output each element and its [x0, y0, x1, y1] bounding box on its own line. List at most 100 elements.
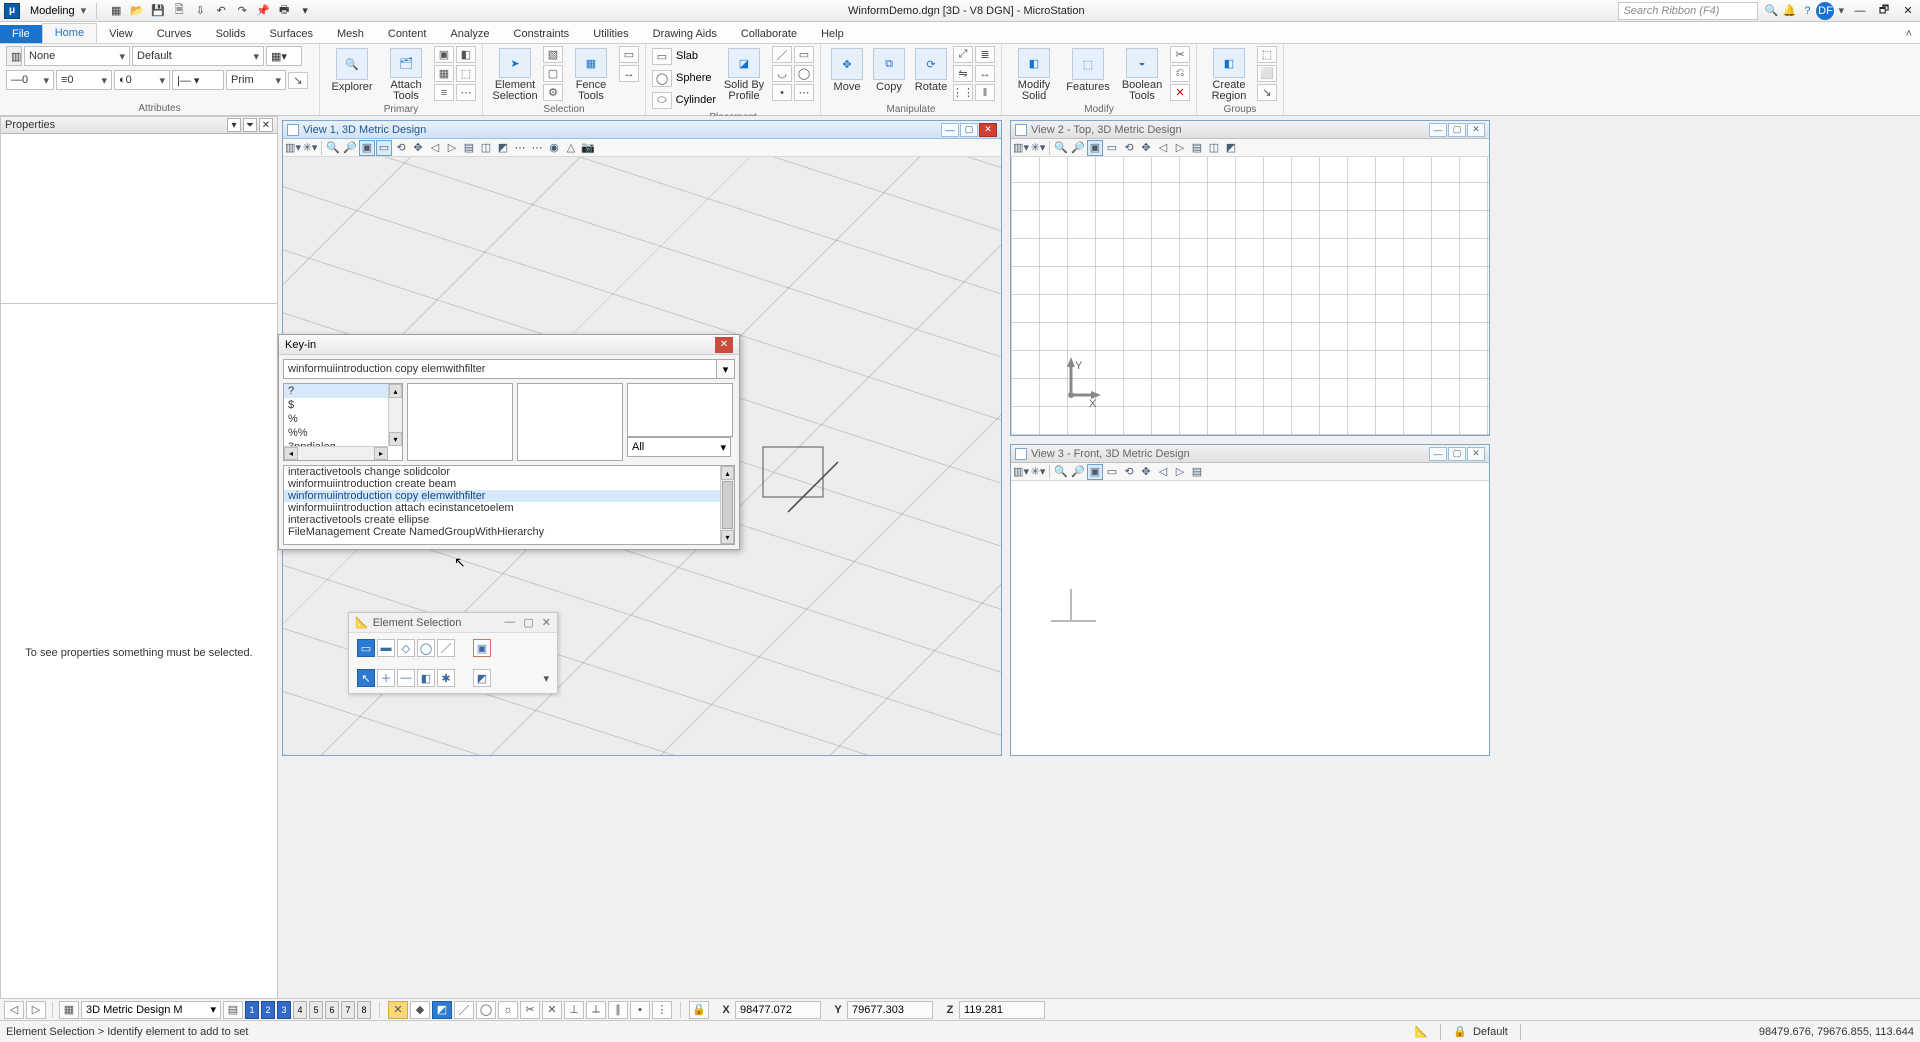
- groups-launcher-icon[interactable]: ↘: [1257, 84, 1277, 101]
- display-style-icon[interactable]: ✳▾: [1030, 140, 1046, 156]
- keyin-list-4[interactable]: [627, 383, 733, 437]
- keyin-list-2[interactable]: [407, 383, 513, 461]
- locks-icon[interactable]: 🔒: [689, 1001, 709, 1019]
- fence-type-icon[interactable]: ▭: [619, 46, 639, 63]
- mode-clear-icon[interactable]: ✱: [437, 669, 455, 687]
- line-weight-combo[interactable]: ≡ 0▾: [56, 70, 112, 90]
- view-min-icon[interactable]: —: [1429, 447, 1447, 461]
- search-icon[interactable]: 🔍: [1762, 2, 1780, 20]
- shape-more-icon[interactable]: ⋯: [794, 84, 814, 101]
- raster-icon[interactable]: ◧: [456, 46, 476, 63]
- scroll-up-icon[interactable]: ▴: [721, 466, 734, 480]
- tab-solids[interactable]: Solids: [204, 25, 258, 43]
- view-groups-icon[interactable]: ▤: [223, 1001, 243, 1019]
- move-button[interactable]: ✥Move: [827, 46, 867, 102]
- view-more1-icon[interactable]: ⋯: [512, 140, 528, 156]
- tab-curves[interactable]: Curves: [145, 25, 204, 43]
- snap-mode-icon[interactable]: ◆: [410, 1001, 430, 1019]
- view-2-canvas[interactable]: Y X: [1011, 157, 1489, 435]
- dialog-min-icon[interactable]: —: [504, 616, 515, 629]
- tab-analyze[interactable]: Analyze: [438, 25, 501, 43]
- mode-add-icon[interactable]: ＋: [377, 669, 395, 687]
- active-level[interactable]: Default: [1473, 1026, 1508, 1038]
- notifications-icon[interactable]: 🔔: [1780, 2, 1798, 20]
- scroll-left-icon[interactable]: ◂: [284, 447, 298, 460]
- level-combo[interactable]: None▾: [24, 46, 130, 66]
- keyin-close-button[interactable]: ✕: [715, 337, 733, 353]
- view-next-icon[interactable]: ▷: [444, 140, 460, 156]
- scrollbar-vertical[interactable]: ▴ ▾: [720, 466, 734, 544]
- view-perspective-icon[interactable]: △: [563, 140, 579, 156]
- tab-home[interactable]: Home: [42, 23, 97, 43]
- scroll-down-icon[interactable]: ▾: [389, 432, 402, 446]
- sphere-icon[interactable]: ◯: [652, 70, 672, 87]
- circle-icon[interactable]: ◯: [794, 65, 814, 82]
- vtb-m2[interactable]: ▷: [1172, 464, 1188, 480]
- fit-view-icon[interactable]: ▣: [1087, 140, 1103, 156]
- zoom-out-icon[interactable]: 🔎: [1070, 140, 1086, 156]
- tab-help[interactable]: Help: [809, 25, 856, 43]
- cylinder-icon[interactable]: ⬭: [652, 92, 672, 109]
- copy-button[interactable]: ⧉Copy: [869, 46, 909, 102]
- linestyle-scale[interactable]: |— ▾: [172, 70, 224, 90]
- window-area-icon[interactable]: ▭: [376, 140, 392, 156]
- view-toggle-1[interactable]: 1: [245, 1001, 259, 1019]
- more-primary-icon[interactable]: ⋯: [456, 84, 476, 101]
- tab-view[interactable]: View: [97, 25, 145, 43]
- dialog-close-icon[interactable]: ✕: [542, 616, 551, 629]
- list-item[interactable]: ?: [284, 384, 402, 398]
- scroll-thumb[interactable]: [722, 481, 733, 529]
- keyin-input[interactable]: [283, 359, 717, 379]
- nav-fwd-icon[interactable]: ▷: [26, 1001, 46, 1019]
- element-selection-dialog[interactable]: 📐 Element Selection — ▢ ✕ ▭ ▬ ◇ ◯ ／ ▣ ↖ …: [348, 612, 558, 694]
- properties-close-icon[interactable]: ✕: [259, 118, 273, 132]
- help-icon[interactable]: ?: [1798, 2, 1816, 20]
- transparency-combo[interactable]: ◐ 0▾: [114, 70, 170, 90]
- accusnap-toggle-icon[interactable]: ✕: [388, 1001, 408, 1019]
- qat-compress-icon[interactable]: ⇩: [191, 2, 209, 20]
- view-saved-icon[interactable]: ▤: [461, 140, 477, 156]
- view-close-icon[interactable]: ✕: [1467, 123, 1485, 137]
- active-model-combo[interactable]: 3D Metric Design M▾: [81, 1001, 221, 1019]
- tool-sun-icon[interactable]: ☼: [498, 1001, 518, 1019]
- coord-x-input[interactable]: 98477.072: [735, 1001, 821, 1019]
- keyin-list-1[interactable]: ? $ % %% 3ppdialog ▴ ▾ ◂ ▸: [283, 383, 403, 461]
- array-icon[interactable]: ⋮⋮: [953, 84, 973, 101]
- select-all-icon[interactable]: ▧: [543, 46, 563, 63]
- nav-back-icon[interactable]: ◁: [4, 1001, 24, 1019]
- slab-icon[interactable]: ▭: [652, 48, 672, 65]
- history-item[interactable]: FileManagement Create NamedGroupWithHier…: [284, 526, 734, 538]
- view-toggle-3[interactable]: 3: [277, 1001, 291, 1019]
- select-handles-icon[interactable]: ◩: [473, 669, 491, 687]
- tool-multi-icon[interactable]: ⋮: [652, 1001, 672, 1019]
- scroll-up-icon[interactable]: ▴: [389, 384, 402, 398]
- user-dropdown-icon[interactable]: ▾: [1838, 4, 1844, 17]
- view-attributes-icon[interactable]: ▥▾: [285, 140, 301, 156]
- vtb-misc1[interactable]: ◁: [1155, 140, 1171, 156]
- rotate-view-icon[interactable]: ⟲: [1121, 140, 1137, 156]
- view-toggle-7[interactable]: 7: [341, 1001, 355, 1019]
- history-item[interactable]: interactivetools create ellipse: [284, 514, 734, 526]
- minimize-button[interactable]: —: [1848, 2, 1872, 20]
- break-icon[interactable]: ⎌: [1170, 65, 1190, 82]
- models-icon[interactable]: ▣: [434, 46, 454, 63]
- properties-dropdown-icon[interactable]: ▾: [227, 118, 241, 132]
- list-item[interactable]: %%: [284, 426, 402, 440]
- scrollbar-vertical[interactable]: ▴ ▾: [388, 384, 402, 446]
- method-line-icon[interactable]: ／: [437, 639, 455, 657]
- stretch-icon[interactable]: ↔: [975, 65, 995, 82]
- tab-collaborate[interactable]: Collaborate: [729, 25, 809, 43]
- color-combo[interactable]: Default▾: [132, 46, 264, 66]
- scroll-right-icon[interactable]: ▸: [374, 447, 388, 460]
- element-template[interactable]: ▦▾: [266, 46, 302, 66]
- dialog-max-icon[interactable]: ▢: [523, 616, 533, 629]
- fit-view-icon[interactable]: ▣: [1087, 464, 1103, 480]
- tab-utilities[interactable]: Utilities: [581, 25, 640, 43]
- lock-indicator-icon[interactable]: 🔒: [1453, 1025, 1467, 1038]
- view-toggle-8[interactable]: 8: [357, 1001, 371, 1019]
- boolean-tools-button[interactable]: ◒Boolean Tools: [1116, 46, 1168, 102]
- delete-icon[interactable]: ✕: [1170, 84, 1190, 101]
- tab-surfaces[interactable]: Surfaces: [258, 25, 325, 43]
- dialog-expand-icon[interactable]: ▾: [543, 672, 549, 685]
- view-max-icon[interactable]: ▢: [1448, 447, 1466, 461]
